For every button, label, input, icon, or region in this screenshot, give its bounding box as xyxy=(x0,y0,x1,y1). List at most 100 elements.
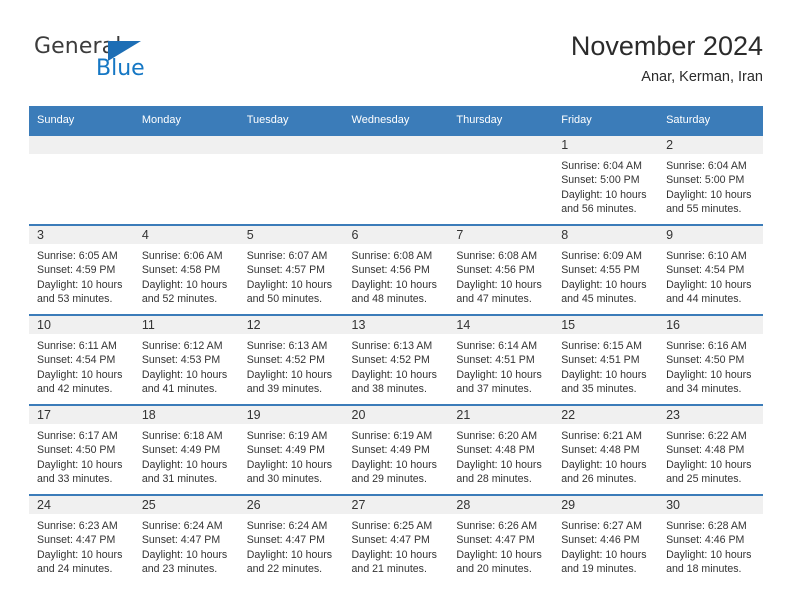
daylight-text-line2: and 21 minutes. xyxy=(351,563,427,576)
sunset-text: Sunset: 4:48 PM xyxy=(456,444,535,457)
calendar-day-cell[interactable]: 30 Sunrise: 6:28 AM Sunset: 4:46 PM Dayligh… xyxy=(658,494,763,584)
sunrise-text: Sunrise: 6:04 AM xyxy=(666,160,747,172)
day-number: 2 xyxy=(658,134,763,154)
calendar-day-cell[interactable]: 28 Sunrise: 6:26 AM Sunset: 4:47 PM Dayligh… xyxy=(448,494,554,584)
daylight-text-line2: and 45 minutes. xyxy=(561,293,637,306)
day-number xyxy=(133,134,239,154)
calendar-day-cell[interactable]: 19 Sunrise: 6:19 AM Sunset: 4:49 PM Dayligh… xyxy=(238,404,344,494)
daylight-text-line1: Daylight: 10 hours xyxy=(246,458,333,471)
day-number: 25 xyxy=(133,494,239,514)
sunrise-text: Sunrise: 6:05 AM xyxy=(37,250,118,262)
calendar-day-cell[interactable]: 29 Sunrise: 6:27 AM Sunset: 4:46 PM Dayligh… xyxy=(553,494,659,584)
sunrise-text: Sunrise: 6:13 AM xyxy=(246,340,328,352)
day-details: Sunrise: 6:18 AM Sunset: 4:49 PM Daylight:… xyxy=(134,424,239,487)
calendar-day-cell[interactable]: 17 Sunrise: 6:17 AM Sunset: 4:50 PM Dayligh… xyxy=(29,404,134,494)
day-number: 8 xyxy=(553,224,659,244)
calendar-day-cell[interactable]: 21 Sunrise: 6:20 AM Sunset: 4:48 PM Dayligh… xyxy=(448,404,554,494)
calendar-day-cell[interactable]: 16 Sunrise: 6:16 AM Sunset: 4:50 PM Dayligh… xyxy=(658,314,763,404)
daylight-text-line2: and 26 minutes. xyxy=(561,473,637,486)
daylight-text-line2: and 25 minutes. xyxy=(666,473,742,486)
day-details: Sunrise: 6:13 AM Sunset: 4:52 PM Daylight:… xyxy=(239,334,344,397)
day-details: Sunrise: 6:19 AM Sunset: 4:49 PM Daylight:… xyxy=(344,424,449,487)
daylight-text-line1: Daylight: 10 hours xyxy=(456,458,542,471)
calendar-day-cell[interactable]: 10 Sunrise: 6:11 AM Sunset: 4:54 PM Dayligh… xyxy=(29,314,134,404)
sunset-text: Sunset: 4:54 PM xyxy=(37,354,116,367)
day-number: 1 xyxy=(553,134,659,154)
sunrise-text: Sunrise: 6:25 AM xyxy=(351,520,433,532)
calendar-week-row: 10 Sunrise: 6:11 AM Sunset: 4:54 PM Dayligh… xyxy=(29,314,763,404)
page-subtitle: Anar, Kerman, Iran xyxy=(641,69,763,85)
calendar-day-cell[interactable]: 2 Sunrise: 6:04 AM Sunset: 5:00 PM Daylight… xyxy=(658,134,763,224)
calendar-header-row: Sunday Monday Tuesday Wednesday Thursday… xyxy=(29,106,763,134)
day-number: 26 xyxy=(238,494,344,514)
sunrise-text: Sunrise: 6:08 AM xyxy=(351,250,433,262)
daylight-text-line1: Daylight: 10 hours xyxy=(561,368,647,381)
calendar-day-cell[interactable]: 5 Sunrise: 6:07 AM Sunset: 4:57 PM Daylight… xyxy=(238,224,344,314)
calendar-day-cell[interactable]: 12 Sunrise: 6:13 AM Sunset: 4:52 PM Dayligh… xyxy=(238,314,344,404)
daylight-text-line2: and 33 minutes. xyxy=(37,473,113,486)
day-details: Sunrise: 6:08 AM Sunset: 4:56 PM Daylight:… xyxy=(344,244,449,307)
sunrise-text: Sunrise: 6:10 AM xyxy=(666,250,747,262)
calendar-day-cell[interactable]: 9 Sunrise: 6:10 AM Sunset: 4:54 PM Daylight… xyxy=(658,224,763,314)
sunset-text: Sunset: 4:59 PM xyxy=(37,264,116,277)
daylight-text-line2: and 20 minutes. xyxy=(456,563,532,576)
calendar-day-cell[interactable]: 20 Sunrise: 6:19 AM Sunset: 4:49 PM Dayligh… xyxy=(343,404,449,494)
sunset-text: Sunset: 4:54 PM xyxy=(666,264,745,277)
daylight-text-line1: Daylight: 10 hours xyxy=(561,548,647,561)
day-details: Sunrise: 6:19 AM Sunset: 4:49 PM Daylight:… xyxy=(239,424,344,487)
calendar-week-row: 1 Sunrise: 6:04 AM Sunset: 5:00 PM Daylight… xyxy=(29,134,763,224)
weekday-header-tuesday: Tuesday xyxy=(238,106,344,134)
calendar-day-cell[interactable]: 1 Sunrise: 6:04 AM Sunset: 5:00 PM Daylight… xyxy=(553,134,659,224)
sunset-text: Sunset: 4:50 PM xyxy=(37,444,116,457)
day-details: Sunrise: 6:22 AM Sunset: 4:48 PM Daylight:… xyxy=(658,424,763,487)
calendar-day-cell[interactable]: 27 Sunrise: 6:25 AM Sunset: 4:47 PM Dayligh… xyxy=(343,494,449,584)
day-number xyxy=(29,134,134,154)
calendar-day-cell[interactable]: 8 Sunrise: 6:09 AM Sunset: 4:55 PM Daylight… xyxy=(553,224,659,314)
daylight-text-line1: Daylight: 10 hours xyxy=(37,368,123,381)
daylight-text-line2: and 41 minutes. xyxy=(141,383,218,396)
calendar-day-cell[interactable]: 18 Sunrise: 6:18 AM Sunset: 4:49 PM Dayligh… xyxy=(133,404,239,494)
general-blue-logo[interactable]: General Blue xyxy=(34,34,254,94)
day-number: 5 xyxy=(238,224,344,244)
sunrise-text: Sunrise: 6:15 AM xyxy=(561,340,642,352)
sunset-text: Sunset: 4:47 PM xyxy=(141,534,221,547)
calendar-day-cell[interactable]: 14 Sunrise: 6:14 AM Sunset: 4:51 PM Dayligh… xyxy=(448,314,554,404)
sunrise-text: Sunrise: 6:19 AM xyxy=(246,430,328,442)
daylight-text-line1: Daylight: 10 hours xyxy=(141,458,228,471)
sunrise-text: Sunrise: 6:28 AM xyxy=(666,520,747,532)
calendar-day-cell[interactable]: 25 Sunrise: 6:24 AM Sunset: 4:47 PM Dayligh… xyxy=(133,494,239,584)
calendar-day-cell[interactable]: 22 Sunrise: 6:21 AM Sunset: 4:48 PM Dayligh… xyxy=(553,404,659,494)
sunrise-text: Sunrise: 6:27 AM xyxy=(561,520,642,532)
day-number: 16 xyxy=(658,314,763,334)
day-number: 4 xyxy=(133,224,239,244)
page-title: November 2024 xyxy=(570,31,763,61)
calendar-day-cell[interactable]: 26 Sunrise: 6:24 AM Sunset: 4:47 PM Dayligh… xyxy=(238,494,344,584)
sunset-text: Sunset: 4:50 PM xyxy=(666,354,745,367)
calendar-day-cell[interactable]: 4 Sunrise: 6:06 AM Sunset: 4:58 PM Daylight… xyxy=(133,224,239,314)
day-number: 22 xyxy=(553,404,659,424)
daylight-text-line1: Daylight: 10 hours xyxy=(37,548,123,561)
day-number: 3 xyxy=(29,224,134,244)
calendar-day-cell[interactable]: 24 Sunrise: 6:23 AM Sunset: 4:47 PM Dayligh… xyxy=(29,494,134,584)
day-details: Sunrise: 6:12 AM Sunset: 4:53 PM Daylight:… xyxy=(134,334,239,397)
calendar-day-cell[interactable]: 23 Sunrise: 6:22 AM Sunset: 4:48 PM Dayligh… xyxy=(658,404,763,494)
day-number: 6 xyxy=(343,224,449,244)
daylight-text-line1: Daylight: 10 hours xyxy=(666,368,752,381)
daylight-text-line1: Daylight: 10 hours xyxy=(351,458,437,471)
daylight-text-line2: and 37 minutes. xyxy=(456,383,532,396)
day-details: Sunrise: 6:16 AM Sunset: 4:50 PM Daylight:… xyxy=(658,334,763,397)
calendar-day-cell[interactable]: 13 Sunrise: 6:13 AM Sunset: 4:52 PM Dayligh… xyxy=(343,314,449,404)
sunset-text: Sunset: 4:52 PM xyxy=(351,354,430,367)
calendar-day-cell[interactable]: 7 Sunrise: 6:08 AM Sunset: 4:56 PM Daylight… xyxy=(448,224,554,314)
daylight-text-line1: Daylight: 10 hours xyxy=(246,548,333,561)
calendar-day-cell[interactable]: 6 Sunrise: 6:08 AM Sunset: 4:56 PM Daylight… xyxy=(343,224,449,314)
daylight-text-line2: and 38 minutes. xyxy=(351,383,427,396)
calendar-body: 1 Sunrise: 6:04 AM Sunset: 5:00 PM Daylight… xyxy=(29,134,763,584)
title-block: November 2024 Anar, Kerman, Iran xyxy=(571,30,763,86)
daylight-text-line1: Daylight: 10 hours xyxy=(246,368,333,381)
daylight-text-line2: and 53 minutes. xyxy=(37,293,113,306)
calendar-day-cell[interactable]: 11 Sunrise: 6:12 AM Sunset: 4:53 PM Dayligh… xyxy=(133,314,239,404)
day-number: 20 xyxy=(343,404,449,424)
calendar-day-cell[interactable]: 15 Sunrise: 6:15 AM Sunset: 4:51 PM Dayligh… xyxy=(553,314,659,404)
calendar-day-cell[interactable]: 3 Sunrise: 6:05 AM Sunset: 4:59 PM Daylight… xyxy=(29,224,134,314)
